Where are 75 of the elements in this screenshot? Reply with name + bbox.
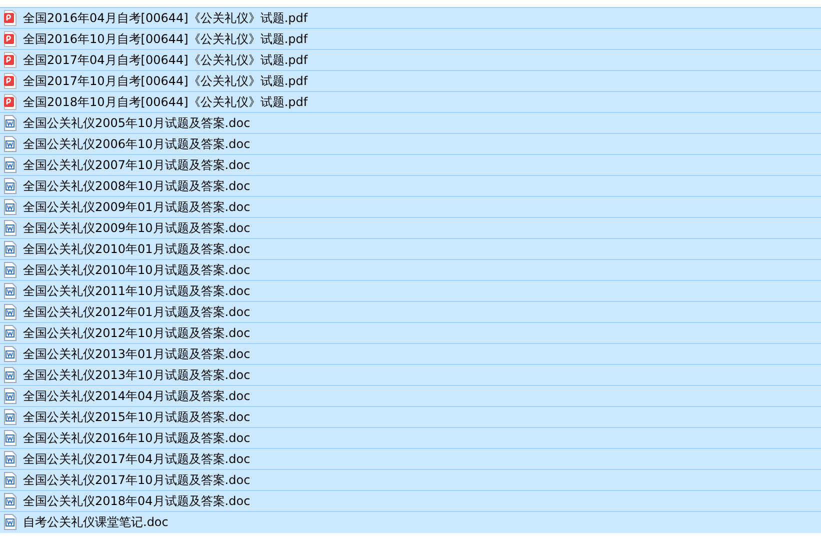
word-document-icon — [3, 115, 17, 131]
file-row[interactable]: 全国公关礼仪2013年01月试题及答案.doc — [0, 343, 821, 364]
file-name: 全国公关礼仪2009年01月试题及答案.doc — [23, 198, 250, 216]
file-row[interactable]: 全国公关礼仪2009年01月试题及答案.doc — [0, 196, 821, 217]
file-row[interactable]: 全国2018年10月自考[00644]《公关礼仪》试题.pdf — [0, 91, 821, 112]
file-row[interactable]: 全国公关礼仪2013年10月试题及答案.doc — [0, 364, 821, 385]
word-document-icon — [3, 346, 17, 362]
file-row[interactable]: 全国2016年04月自考[00644]《公关礼仪》试题.pdf — [0, 7, 821, 28]
file-name: 全国公关礼仪2016年10月试题及答案.doc — [23, 430, 250, 446]
word-document-icon — [3, 409, 17, 425]
file-row[interactable]: 全国公关礼仪2012年10月试题及答案.doc — [0, 322, 821, 343]
file-name: 全国公关礼仪2011年10月试题及答案.doc — [23, 282, 250, 300]
file-row[interactable]: 全国公关礼仪2011年10月试题及答案.doc — [0, 280, 821, 301]
file-name: 全国2016年04月自考[00644]《公关礼仪》试题.pdf — [23, 10, 308, 26]
file-row[interactable]: 全国公关礼仪2006年10月试题及答案.doc — [0, 133, 821, 154]
file-name: 全国公关礼仪2012年10月试题及答案.doc — [23, 324, 250, 342]
file-name: 全国公关礼仪2013年01月试题及答案.doc — [23, 346, 250, 362]
file-row[interactable]: 全国公关礼仪2017年10月试题及答案.doc — [0, 469, 821, 490]
word-document-icon — [3, 493, 17, 509]
word-document-icon — [3, 514, 17, 530]
file-row[interactable]: 全国公关礼仪2010年01月试题及答案.doc — [0, 238, 821, 259]
file-name: 自考公关礼仪课堂笔记.doc — [23, 514, 168, 530]
word-document-icon — [3, 367, 17, 383]
word-document-icon — [3, 157, 17, 173]
file-name: 全国公关礼仪2012年01月试题及答案.doc — [23, 304, 250, 320]
word-document-icon — [3, 199, 17, 215]
pdf-file-icon — [3, 94, 17, 110]
file-name: 全国公关礼仪2005年10月试题及答案.doc — [23, 114, 250, 132]
file-row[interactable]: 全国公关礼仪2008年10月试题及答案.doc — [0, 175, 821, 196]
file-row[interactable]: 全国2016年10月自考[00644]《公关礼仪》试题.pdf — [0, 28, 821, 49]
file-name: 全国2018年10月自考[00644]《公关礼仪》试题.pdf — [23, 94, 308, 110]
file-name: 全国公关礼仪2006年10月试题及答案.doc — [23, 136, 250, 152]
word-document-icon — [3, 451, 17, 467]
word-document-icon — [3, 283, 17, 299]
file-name: 全国公关礼仪2013年10月试题及答案.doc — [23, 366, 250, 384]
file-row[interactable]: 全国公关礼仪2014年04月试题及答案.doc — [0, 385, 821, 406]
word-document-icon — [3, 241, 17, 257]
word-document-icon — [3, 325, 17, 341]
pdf-file-icon — [3, 31, 17, 47]
file-row[interactable]: 自考公关礼仪课堂笔记.doc — [0, 511, 821, 533]
file-name: 全国公关礼仪2009年10月试题及答案.doc — [23, 220, 250, 236]
file-row[interactable]: 全国公关礼仪2012年01月试题及答案.doc — [0, 301, 821, 322]
word-document-icon — [3, 136, 17, 152]
file-name: 全国2017年10月自考[00644]《公关礼仪》试题.pdf — [23, 72, 308, 90]
file-name: 全国公关礼仪2010年10月试题及答案.doc — [23, 262, 250, 278]
file-name: 全国公关礼仪2017年10月试题及答案.doc — [23, 472, 250, 488]
file-name: 全国2017年04月自考[00644]《公关礼仪》试题.pdf — [23, 52, 308, 68]
file-row[interactable]: 全国公关礼仪2015年10月试题及答案.doc — [0, 406, 821, 427]
pdf-file-icon — [3, 73, 17, 89]
file-name: 全国公关礼仪2010年01月试题及答案.doc — [23, 240, 250, 258]
file-name: 全国公关礼仪2015年10月试题及答案.doc — [23, 408, 250, 426]
file-row[interactable]: 全国公关礼仪2010年10月试题及答案.doc — [0, 259, 821, 280]
word-document-icon — [3, 430, 17, 446]
file-name: 全国公关礼仪2007年10月试题及答案.doc — [23, 156, 250, 174]
file-name: 全国公关礼仪2017年04月试题及答案.doc — [23, 450, 250, 468]
file-name: 全国2016年10月自考[00644]《公关礼仪》试题.pdf — [23, 30, 308, 48]
word-document-icon — [3, 472, 17, 488]
file-name: 全国公关礼仪2018年04月试题及答案.doc — [23, 492, 250, 510]
pdf-file-icon — [3, 52, 17, 68]
word-document-icon — [3, 178, 17, 194]
file-row[interactable]: 全国公关礼仪2016年10月试题及答案.doc — [0, 427, 821, 448]
file-row[interactable]: 全国公关礼仪2018年04月试题及答案.doc — [0, 490, 821, 511]
file-row[interactable]: 全国公关礼仪2005年10月试题及答案.doc — [0, 112, 821, 133]
file-row[interactable]: 全国2017年04月自考[00644]《公关礼仪》试题.pdf — [0, 49, 821, 70]
file-row[interactable]: 全国公关礼仪2007年10月试题及答案.doc — [0, 154, 821, 175]
file-row[interactable]: 全国2017年10月自考[00644]《公关礼仪》试题.pdf — [0, 70, 821, 91]
file-row[interactable]: 全国公关礼仪2009年10月试题及答案.doc — [0, 217, 821, 238]
word-document-icon — [3, 220, 17, 236]
pdf-file-icon — [3, 10, 17, 26]
word-document-icon — [3, 304, 17, 320]
word-document-icon — [3, 388, 17, 404]
file-name: 全国公关礼仪2014年04月试题及答案.doc — [23, 388, 250, 404]
file-name: 全国公关礼仪2008年10月试题及答案.doc — [23, 178, 250, 194]
word-document-icon — [3, 262, 17, 278]
file-row[interactable]: 全国公关礼仪2017年04月试题及答案.doc — [0, 448, 821, 469]
